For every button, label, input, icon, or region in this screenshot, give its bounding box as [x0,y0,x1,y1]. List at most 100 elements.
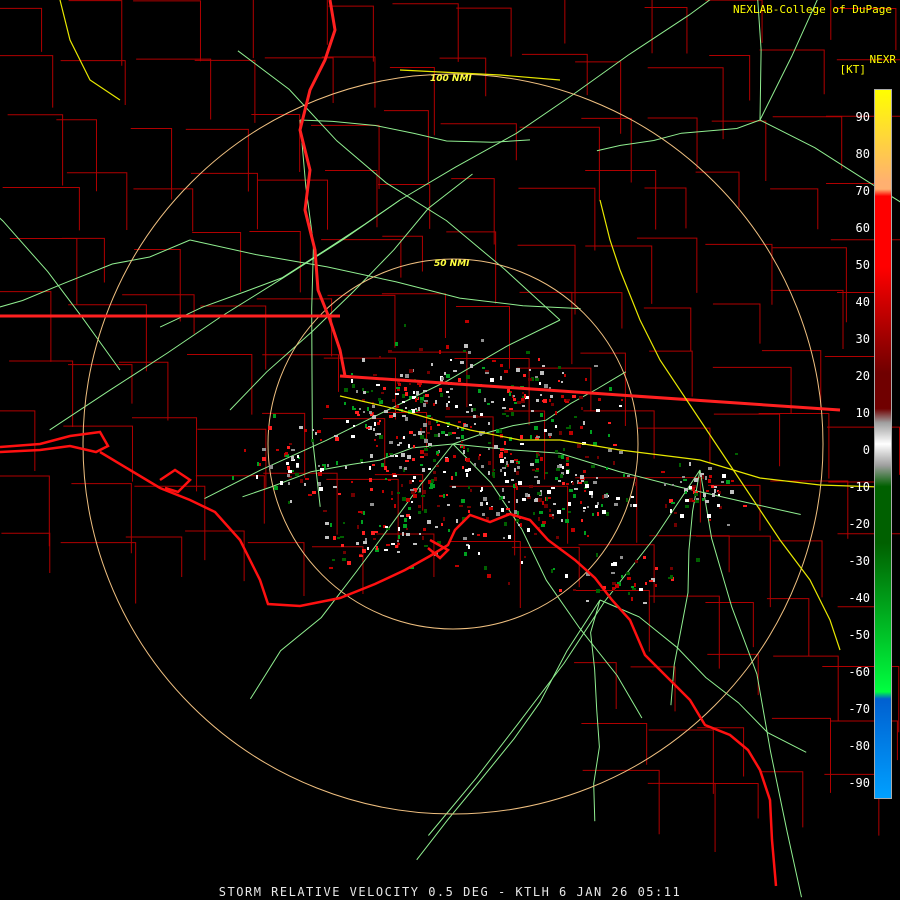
velocity-pixel [528,378,532,381]
velocity-pixel [369,466,371,470]
velocity-pixel [433,484,435,488]
velocity-pixel [544,429,547,432]
velocity-pixel [424,453,428,456]
velocity-pixel [611,563,614,566]
velocity-pixel [419,533,421,535]
velocity-pixel [373,538,376,540]
velocity-pixel [379,356,381,359]
velocity-pixel [614,503,618,506]
velocity-pixel [257,462,259,466]
velocity-pixel [583,507,586,509]
velocity-pixel [334,435,338,437]
velocity-pixel [665,504,667,508]
velocity-pixel [402,415,406,417]
velocity-pixel [542,501,544,505]
county-line [192,231,242,292]
velocity-pixel [325,522,329,525]
velocity-pixel [446,403,448,407]
velocity-pixel [649,580,653,582]
product-label: NEXR [869,53,897,66]
velocity-pixel [388,479,391,481]
velocity-pixel [299,426,303,429]
velocity-pixel [297,455,299,458]
county-line [712,303,761,344]
county-line [257,179,329,230]
velocity-pixel [464,552,467,556]
velocity-pixel [522,392,524,394]
velocity-pixel [411,501,413,503]
velocity-pixel [553,503,556,505]
velocity-pixel [325,536,329,539]
velocity-pixel [337,537,340,539]
velocity-pixel [419,385,421,387]
velocity-pixel [401,453,405,457]
velocity-pixel [561,455,564,459]
velocity-pixel [628,592,630,595]
county-line [581,723,648,765]
velocity-pixel [338,493,341,495]
velocity-pixel [506,461,508,465]
velocity-pixel [533,512,535,515]
velocity-pixel [445,458,449,462]
velocity-pixel [463,537,467,540]
velocity-pixel [478,552,480,555]
velocity-pixel [399,442,402,444]
velocity-pixel [565,519,569,523]
unit-label: [KT] [839,63,867,76]
velocity-pixel [555,411,557,415]
velocity-pixel [443,517,445,521]
velocity-pixel [327,464,329,467]
velocity-pixel [395,342,398,346]
velocity-pixel [404,467,407,470]
velocity-pixel [448,432,452,435]
velocity-pixel [604,494,608,498]
velocity-pixel [584,531,586,535]
velocity-pixel [514,510,517,514]
velocity-pixel [352,406,354,410]
velocity-pixel [351,481,353,483]
velocity-pixel [631,586,634,588]
velocity-pixel [630,504,632,507]
county-line [325,170,378,228]
velocity-pixel [633,504,637,507]
velocity-pixel [467,448,469,452]
velocity-pixel [420,435,424,439]
velocity-pixel [413,494,417,498]
velocity-pixel [708,467,712,470]
velocity-pixel [537,480,540,484]
velocity-pixel [523,374,526,377]
velocity-pixel [508,582,510,585]
velocity-pixel [353,425,355,427]
county-line [134,248,181,322]
velocity-pixel [645,582,647,585]
velocity-pixel [670,567,673,570]
velocity-pixel [685,491,687,494]
velocity-pixel [357,525,359,529]
velocity-pixel [420,428,422,431]
velocity-pixel [535,459,539,463]
velocity-pixel [586,600,589,602]
velocity-pixel [393,413,396,417]
velocity-pixel [412,458,415,461]
velocity-pixel [702,498,704,501]
velocity-pixel [424,545,428,547]
velocity-pixel [288,501,290,504]
velocity-pixel [320,439,322,441]
velocity-pixel [354,408,356,410]
velocity-pixel [534,533,537,535]
county-line [134,485,206,561]
velocity-pixel [537,492,541,495]
velocity-pixel [532,469,535,471]
county-line [7,114,64,186]
velocity-pixel [631,597,633,601]
county-line [580,352,626,427]
velocity-pixel [308,494,312,496]
velocity-pixel [403,436,405,439]
velocity-pixel [619,405,622,407]
velocity-pixel [655,567,658,570]
velocity-pixel [555,425,557,428]
velocity-pixel [510,460,514,463]
county-line [651,0,653,54]
county-line [378,183,431,229]
velocity-pixel [493,469,495,471]
